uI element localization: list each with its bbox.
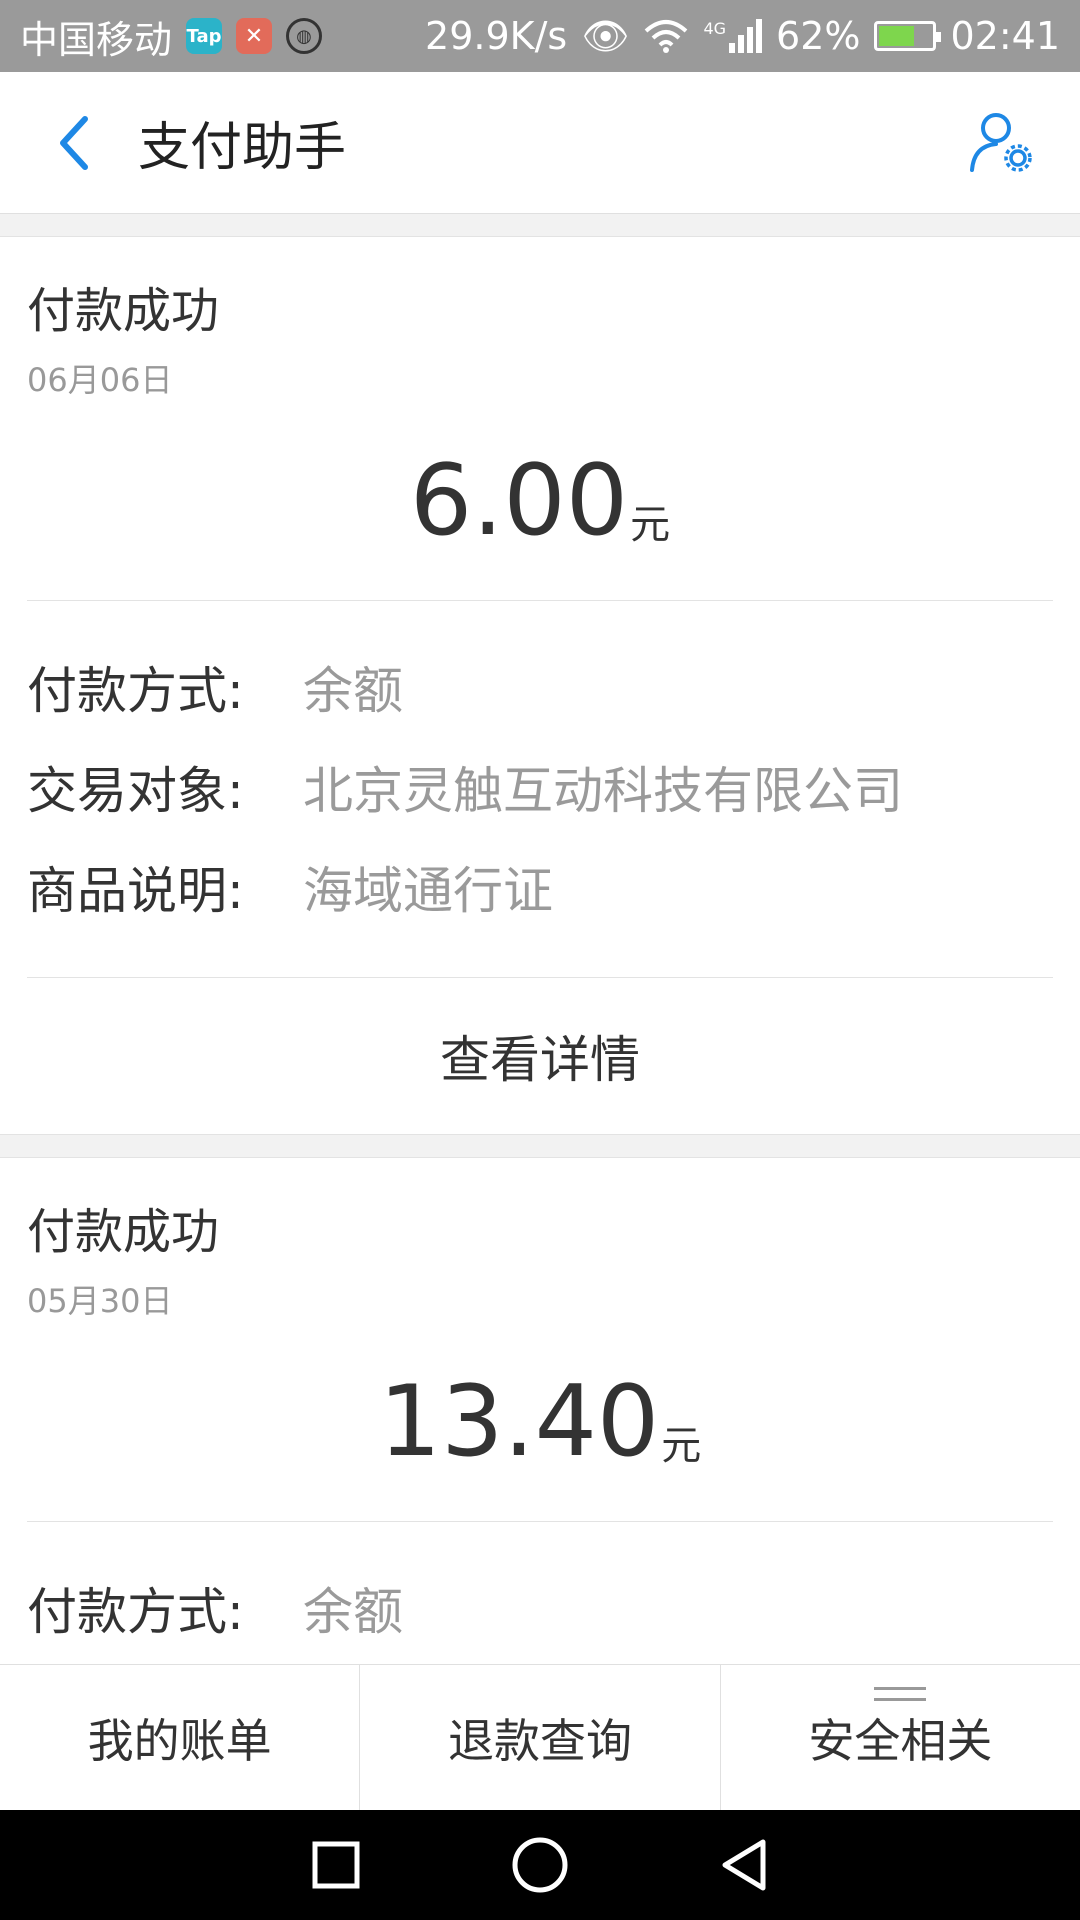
amount-row: 13.40 元 <box>27 1322 1053 1522</box>
currency-unit: 元 <box>661 1423 702 1469</box>
payment-method-value: 余额 <box>303 662 403 720</box>
transaction-card: 付款成功 05月30日 13.40 元 付款方式: 余额 <box>0 1157 1080 1664</box>
back-button[interactable] <box>44 113 104 173</box>
app-notification-icon: ✕ <box>236 18 273 54</box>
counterparty-row: 交易对象: 北京灵触互动科技有限公司 <box>27 741 1053 841</box>
transaction-details: 付款方式: 余额 <box>27 1522 1053 1664</box>
network-type: 4G <box>703 19 727 38</box>
transaction-details: 付款方式: 余额 交易对象: 北京灵触互动科技有限公司 商品说明: 海域通行证 <box>27 601 1053 978</box>
payment-method-row: 付款方式: 余额 <box>27 641 1053 741</box>
status-bar: 中国移动 Tap ✕ ◍ 29.9K/s 👁 4G 62% 02:41 <box>0 0 1080 72</box>
payment-method-label: 付款方式: <box>27 662 244 720</box>
tab-refund-query[interactable]: 退款查询 <box>360 1665 721 1810</box>
wifi-icon <box>645 20 688 53</box>
signal-icon: 4G <box>703 19 763 53</box>
tab-security-label: 安全相关 <box>808 1713 993 1768</box>
system-nav-bar <box>0 1810 1080 1920</box>
eye-icon: 👁 <box>581 13 630 58</box>
amount-row: 6.00 元 <box>27 401 1053 601</box>
item-value: 海域通行证 <box>303 862 553 920</box>
item-label: 商品说明: <box>27 862 244 920</box>
tap-app-icon: Tap <box>186 18 223 54</box>
page-title: 支付助手 <box>138 118 347 178</box>
payment-method-label: 付款方式: <box>27 1583 244 1641</box>
transaction-amount: 13.40 <box>378 1364 660 1479</box>
counterparty-label: 交易对象: <box>27 762 244 820</box>
battery-icon <box>874 21 942 51</box>
item-row: 商品说明: 海域通行证 <box>27 841 1053 941</box>
clock: 02:41 <box>950 14 1060 58</box>
view-details-button[interactable]: 查看详情 <box>27 978 1053 1134</box>
transaction-amount: 6.00 <box>409 443 629 558</box>
recent-apps-icon[interactable] <box>311 1840 361 1890</box>
top-bar: 支付助手 <box>0 72 1080 214</box>
transaction-date: 06月06日 <box>27 361 173 399</box>
transaction-status: 付款成功 <box>27 283 220 339</box>
tab-security[interactable]: 安全相关 <box>721 1665 1080 1810</box>
counterparty-value: 北京灵触互动科技有限公司 <box>303 762 903 820</box>
user-settings-icon <box>970 112 1032 172</box>
transaction-status: 付款成功 <box>27 1204 220 1260</box>
battery-percent: 62% <box>776 14 861 58</box>
back-arrow-icon <box>60 115 88 170</box>
transaction-card: 付款成功 06月06日 6.00 元 付款方式: 余额 交易对象: 北京灵触互动… <box>0 236 1080 1135</box>
carrier-name: 中国移动 <box>20 17 173 62</box>
home-icon[interactable] <box>511 1836 569 1894</box>
payment-method-row: 付款方式: 余额 <box>27 1562 1053 1662</box>
basket-notification-icon: ◍ <box>286 18 323 54</box>
tab-my-bills[interactable]: 我的账单 <box>0 1665 361 1810</box>
payment-method-value: 余额 <box>303 1583 403 1641</box>
menu-icon <box>874 1687 927 1701</box>
currency-unit: 元 <box>630 502 671 548</box>
back-nav-icon[interactable] <box>719 1838 769 1892</box>
user-settings-button[interactable] <box>968 110 1034 176</box>
bottom-tab-bar: 我的账单 退款查询 安全相关 <box>0 1664 1080 1810</box>
network-speed: 29.9K/s <box>425 14 568 58</box>
transaction-list[interactable]: 付款成功 06月06日 6.00 元 付款方式: 余额 交易对象: 北京灵触互动… <box>0 214 1080 1664</box>
transaction-date: 05月30日 <box>27 1282 173 1320</box>
